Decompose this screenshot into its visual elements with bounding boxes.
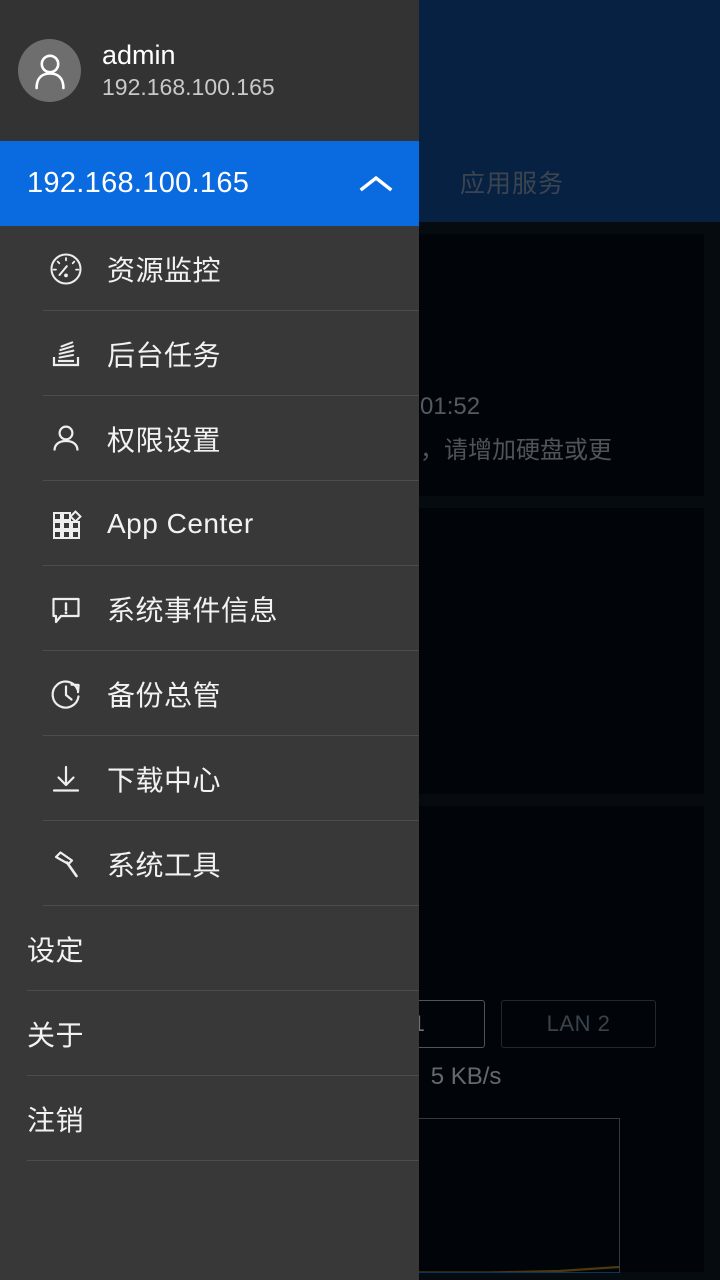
menu-item-app-center[interactable]: App Center [0,481,419,566]
host-name: 192.168.100.165 [27,167,250,199]
account-header[interactable]: admin 192.168.100.165 [0,0,419,141]
menu-item-system-tools[interactable]: 系统工具 [0,821,419,906]
menu-label: App Center [107,507,254,539]
backup-clock-icon [47,675,103,713]
navigation-drawer: admin 192.168.100.165 192.168.100.165 资源… [0,0,419,1280]
menu-label: 资源监控 [107,254,222,286]
hammer-icon [47,845,103,883]
menu-item-resource-monitor[interactable]: 资源监控 [0,226,419,311]
menu-label: 设定 [27,934,85,966]
account-text: admin 192.168.100.165 [102,38,275,103]
drawer-menu: 资源监控 后台任务 权限设置 App Center 系统事件信息 备份总管 下载… [0,226,419,1161]
account-username: admin [102,40,176,70]
menu-item-permission-settings[interactable]: 权限设置 [0,396,419,481]
menu-item-logout[interactable]: 注销 [0,1076,419,1161]
menu-label: 权限设置 [107,424,222,456]
menu-item-about[interactable]: 关于 [0,991,419,1076]
inbox-tasks-icon [47,335,103,373]
menu-item-download-station[interactable]: 下载中心 [0,736,419,821]
user-avatar-icon [18,39,81,102]
menu-label: 注销 [27,1104,85,1136]
menu-label: 下载中心 [107,764,222,796]
menu-label: 关于 [27,1019,85,1051]
menu-item-backup-manager[interactable]: 备份总管 [0,651,419,736]
menu-item-system-events[interactable]: 系统事件信息 [0,566,419,651]
menu-label: 备份总管 [107,679,222,711]
menu-item-settings[interactable]: 设定 [0,906,419,991]
person-icon [47,420,103,458]
app-grid-icon [47,505,103,543]
gauge-icon [47,250,103,288]
menu-item-background-tasks[interactable]: 后台任务 [0,311,419,396]
screen: 应用服务 ) 20:01:52 将满，请增加硬盘或更 盘。 N 1 LAN 2 … [0,0,720,1280]
account-ip: 192.168.100.165 [102,74,275,100]
alert-bubble-icon [47,590,103,628]
chevron-up-icon[interactable] [359,173,393,195]
download-icon [47,760,103,798]
menu-label: 系统工具 [107,849,222,881]
menu-label: 系统事件信息 [107,594,279,626]
host-selector[interactable]: 192.168.100.165 [0,141,419,226]
menu-label: 后台任务 [107,339,222,371]
